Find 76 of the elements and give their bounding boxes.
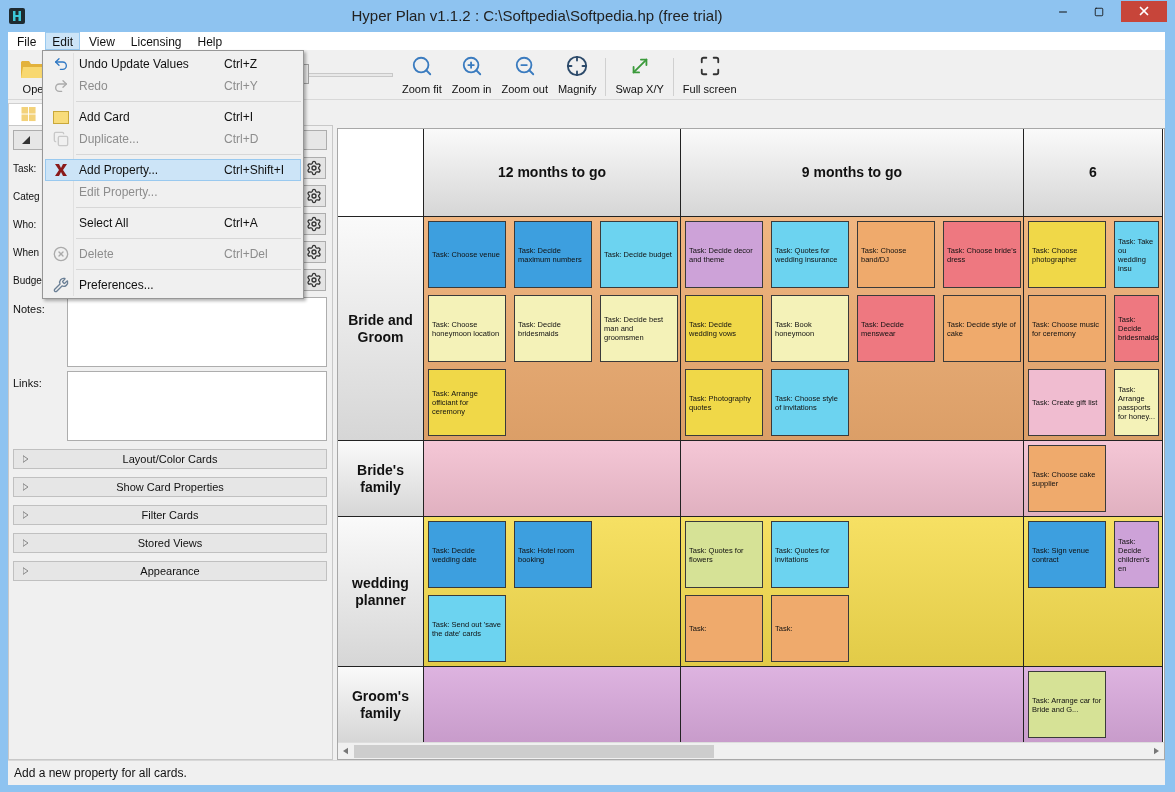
redo-icon xyxy=(53,78,69,94)
row-header: Bride and Groom xyxy=(338,217,424,441)
settings-button[interactable] xyxy=(302,157,326,179)
duplicate-icon xyxy=(53,131,69,147)
column-header: 6 xyxy=(1024,129,1163,217)
row-header: Bride's family xyxy=(338,441,424,517)
menu-entry[interactable]: Select All Ctrl+A xyxy=(45,212,301,234)
notes-label: Notes: xyxy=(13,302,46,317)
field-label: Budge xyxy=(13,273,42,288)
row-header: wedding planner xyxy=(338,517,424,667)
menu-entry[interactable]: Add Card Ctrl+I xyxy=(45,106,301,128)
crosshair-icon xyxy=(566,54,589,77)
toolbar-button[interactable]: Zoom fit xyxy=(398,54,446,97)
scroll-right-icon xyxy=(1154,747,1159,755)
menu-item[interactable]: Help xyxy=(190,32,230,50)
expand-arrow-icon xyxy=(23,539,28,547)
links-field[interactable] xyxy=(67,371,327,441)
zoom-in-icon xyxy=(460,54,483,77)
field-label: Task: xyxy=(13,161,37,176)
close-icon xyxy=(1137,4,1151,18)
section-header[interactable]: Show Card Properties xyxy=(13,477,327,497)
tools-icon xyxy=(53,277,69,293)
field-label: Categ xyxy=(13,189,40,204)
expand-arrow-icon xyxy=(23,483,28,491)
x-mark-icon xyxy=(53,162,69,178)
settings-icon xyxy=(306,272,322,288)
section-header[interactable]: Appearance xyxy=(13,561,327,581)
undo-icon xyxy=(53,56,69,72)
zoom-out-icon xyxy=(513,54,536,77)
column-header: 12 months to go xyxy=(424,129,681,217)
maximize-icon xyxy=(1094,7,1104,17)
field-label: When xyxy=(13,245,40,260)
toolbar-button[interactable]: Magnify xyxy=(553,54,601,97)
toolbar-button[interactable]: Swap X/Y xyxy=(611,54,668,97)
menu-entry[interactable]: Preferences... xyxy=(45,274,301,296)
field-label: Who: xyxy=(13,217,37,232)
menu-entry[interactable]: Add Property... Ctrl+Shift+I xyxy=(45,159,301,181)
app-logo-icon xyxy=(9,8,25,24)
horizontal-scrollbar[interactable] xyxy=(338,742,1164,759)
settings-button[interactable] xyxy=(302,185,326,207)
status-text: Add a new property for all cards. xyxy=(14,765,187,782)
menu-item[interactable]: View xyxy=(82,32,122,50)
toolbar-button[interactable]: Full screen xyxy=(678,54,741,97)
menu-item[interactable]: Edit xyxy=(45,32,81,50)
scroll-thumb[interactable] xyxy=(354,744,714,758)
menu-entry[interactable]: Undo Update Values Ctrl+Z xyxy=(45,53,301,75)
notes-field[interactable] xyxy=(67,297,327,367)
grid-icon xyxy=(21,107,37,122)
card-icon xyxy=(53,110,69,124)
close-button[interactable] xyxy=(1121,0,1167,22)
scroll-left-icon xyxy=(343,747,348,755)
expand-arrow-icon xyxy=(23,511,28,519)
expand-arrow-icon xyxy=(23,455,28,463)
settings-icon xyxy=(306,216,322,232)
settings-icon xyxy=(306,244,322,260)
settings-button[interactable] xyxy=(302,213,326,235)
section-header[interactable]: Stored Views xyxy=(13,533,327,553)
delete-icon xyxy=(53,246,69,262)
section-header[interactable]: Layout/Color Cards xyxy=(13,449,327,469)
settings-button[interactable] xyxy=(302,269,326,291)
settings-icon xyxy=(306,188,322,204)
menu-item[interactable]: Licensing xyxy=(123,32,189,50)
window-title: Hyper Plan v1.1.2 : C:\Softpedia\Softpedia.hp (free trial) xyxy=(350,5,724,26)
row-header: Groom's family xyxy=(338,667,424,742)
links-label: Links: xyxy=(13,376,43,391)
section-header[interactable]: Filter Cards xyxy=(13,505,327,525)
expand-arrow-icon xyxy=(23,567,28,575)
column-header: 9 months to go xyxy=(681,129,1024,217)
menu-item[interactable]: File xyxy=(10,32,44,50)
search-icon xyxy=(410,54,433,77)
toolbar-button[interactable]: Zoom in xyxy=(447,54,496,97)
triangle-icon xyxy=(22,136,30,144)
settings-icon xyxy=(306,160,322,176)
fullscreen-icon xyxy=(698,54,721,77)
settings-button[interactable] xyxy=(302,241,326,263)
toolbar-button[interactable]: Zoom out xyxy=(497,54,552,97)
